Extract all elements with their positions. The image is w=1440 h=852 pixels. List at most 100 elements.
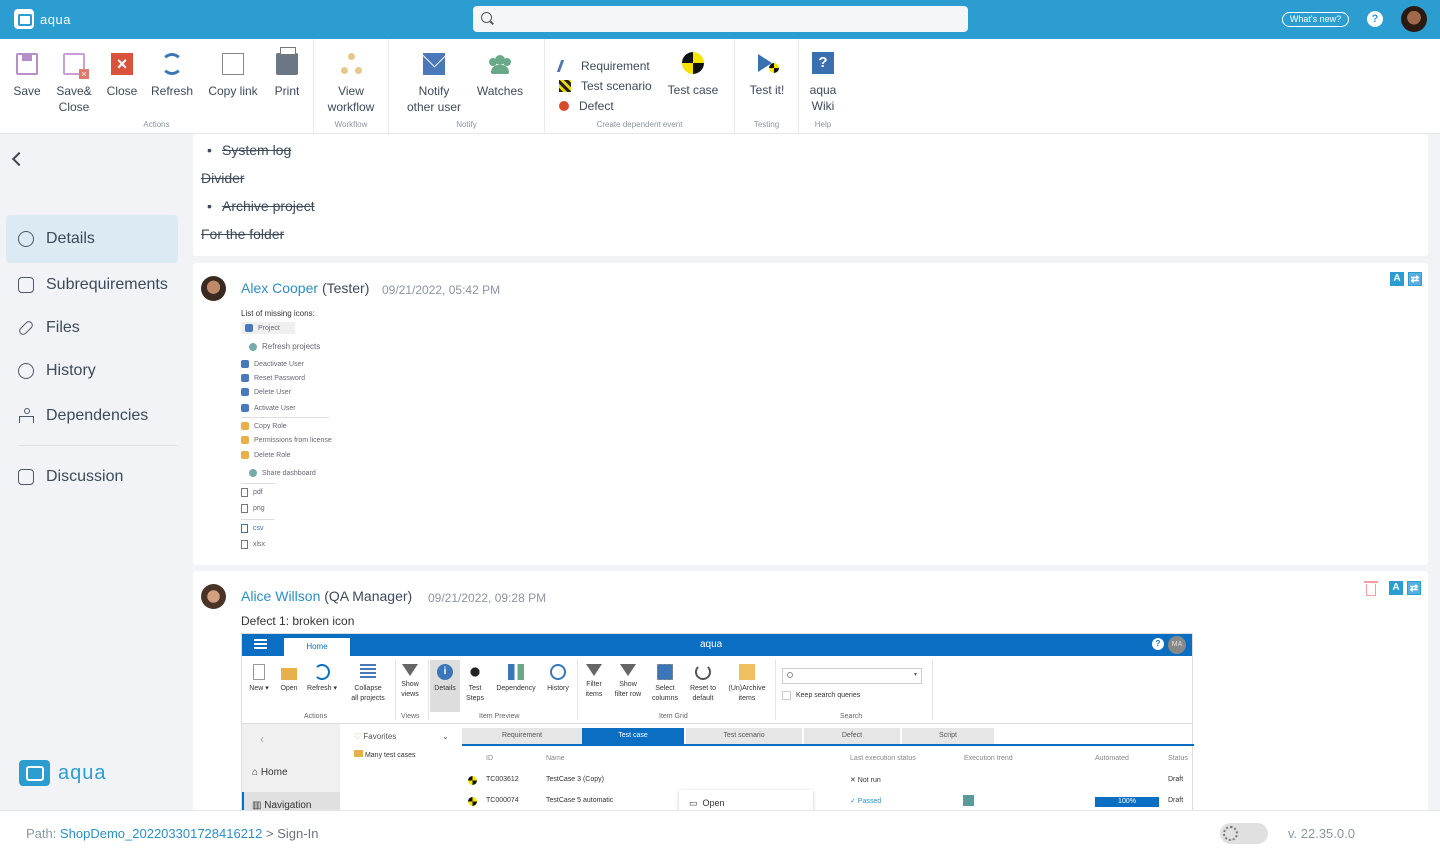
delete-trash-icon[interactable] — [1364, 581, 1378, 596]
view-workflow-label-2: workflow — [327, 100, 375, 114]
refresh-button[interactable]: Refresh — [148, 53, 196, 99]
label: Test — [468, 685, 482, 692]
create-defect-button[interactable]: Defect — [559, 96, 652, 116]
test-it-button[interactable]: Test it! — [743, 52, 791, 98]
author-name-link[interactable]: Alice Willson — [241, 588, 320, 604]
icon-list-item: xlsx — [241, 540, 265, 549]
embedded-app-title: aqua — [700, 639, 723, 650]
sidebar-divider — [18, 445, 178, 446]
filter-funnel-icon — [402, 664, 418, 676]
font-format-button[interactable]: A — [1389, 581, 1403, 595]
embedded-tab: Test case — [582, 728, 684, 744]
sidebar-item-discussion[interactable]: Discussion — [6, 453, 178, 501]
watches-label: Watches — [476, 84, 524, 98]
png-file-icon — [241, 504, 248, 513]
divider — [395, 660, 396, 720]
view-workflow-button[interactable]: View workflow — [320, 53, 382, 115]
save-button[interactable]: Save — [8, 53, 46, 99]
label: Open — [280, 685, 298, 692]
divider — [932, 660, 933, 720]
ribbon-group-create-dependent: Requirement Test scenario Defect Test ca… — [545, 39, 735, 134]
label: Filter — [586, 681, 602, 688]
hamburger-menu-icon — [254, 639, 267, 641]
label: Show — [619, 681, 637, 688]
author-name-link[interactable]: Alex Cooper — [241, 280, 318, 296]
cell-name: TestCase 5 automatic — [546, 797, 614, 804]
workflow-icon — [340, 53, 362, 75]
embedded-title-bar: Home aqua ? MA — [242, 634, 1192, 656]
embedded-keep-search-checkbox: Keep search queries — [782, 691, 860, 700]
copy-link-label: Copy link — [208, 84, 258, 98]
sidebar-item-details[interactable]: Details — [6, 215, 178, 263]
column-header: Automated — [1095, 755, 1129, 762]
aqua-wiki-button[interactable]: ? aqua Wiki — [805, 52, 841, 114]
icon-list-item: Project — [241, 322, 295, 334]
top-bar: aqua What's new? ? — [0, 0, 1440, 39]
label: views — [401, 691, 419, 698]
settings-toggle[interactable] — [1220, 823, 1268, 844]
divider — [241, 483, 275, 484]
icon-list-label: png — [253, 505, 265, 512]
divider — [241, 519, 275, 520]
label: Open — [702, 798, 725, 808]
whats-new-button[interactable]: What's new? — [1282, 12, 1349, 27]
close-button[interactable]: × Close — [102, 53, 142, 99]
user-avatar[interactable] — [1401, 6, 1427, 32]
font-format-button[interactable]: A — [1390, 272, 1404, 286]
watches-button[interactable]: Watches — [475, 53, 525, 99]
embedded-group-label: Search — [840, 713, 863, 720]
comment-card: Alice Willson (QA Manager) 09/21/2022, 0… — [193, 571, 1428, 811]
ribbon-group-workflow: View workflow Workflow — [314, 39, 389, 134]
icon-list-item: Deactivate User — [241, 360, 304, 368]
icon-list-item: pdf — [241, 488, 263, 497]
embedded-collapse-button: Collapse all projects — [346, 664, 390, 704]
save-close-label-2: Close — [58, 100, 90, 114]
ribbon-group-actions: Save Save& Close × Close Refresh Copy li… — [0, 39, 314, 134]
embedded-folder: Many test cases — [354, 750, 416, 759]
notify-label-1: Notify — [418, 84, 450, 98]
notify-other-user-button[interactable]: Notify other user — [403, 53, 465, 115]
breadcrumb-separator: > — [266, 826, 274, 841]
label: items — [585, 691, 603, 698]
test-it-icon — [756, 52, 779, 74]
create-test-case-button[interactable]: Test case — [665, 52, 721, 98]
sidebar-item-subrequirements[interactable]: Subrequirements — [6, 261, 178, 309]
copy-link-button[interactable]: Copy link — [204, 53, 262, 99]
csv-file-icon — [241, 524, 248, 533]
translate-icon[interactable]: ⇄ — [1408, 272, 1422, 286]
version-label: v. 22.35.0.0 — [1288, 826, 1355, 841]
label: Show — [401, 681, 419, 688]
refresh-label: Refresh — [150, 84, 194, 98]
create-requirement-button[interactable]: Requirement — [556, 56, 652, 76]
group-label-create-dependent: Create dependent event — [596, 120, 683, 129]
embedded-group-label: Item Grid — [659, 713, 688, 720]
heart-icon: ♡ — [354, 732, 362, 741]
embedded-group-label: Views — [401, 713, 420, 720]
sidebar-item-dependencies[interactable]: Dependencies — [6, 392, 178, 440]
icon-list-label: xlsx — [253, 541, 266, 548]
translate-icon[interactable]: ⇄ — [1407, 581, 1421, 595]
print-button[interactable]: Print — [268, 47, 306, 99]
test-case-icon — [468, 776, 477, 785]
breadcrumb-project-link[interactable]: ShopDemo_202203301728416212 — [60, 826, 262, 841]
embedded-item-tabs: Requirement Test case Test scenario Defe… — [462, 728, 1194, 746]
save-close-button[interactable]: Save& Close — [52, 53, 96, 115]
refresh-icon — [314, 664, 330, 680]
sidebar-item-label: Files — [46, 319, 80, 336]
create-test-scenario-button[interactable]: Test scenario — [559, 76, 652, 96]
sidebar-item-files[interactable]: Files — [6, 304, 178, 352]
divider — [577, 660, 578, 720]
app-logo[interactable]: aqua — [14, 9, 71, 29]
label: Home — [260, 767, 288, 778]
embedded-archive-button: (Un)Archive items — [724, 664, 770, 704]
global-search-input[interactable] — [473, 6, 968, 32]
aqua-logo-icon — [19, 760, 50, 786]
comment-text: Defect 1: broken icon — [241, 614, 355, 628]
role-icon — [241, 422, 249, 430]
user-icon — [241, 360, 249, 368]
sidebar-item-history[interactable]: History — [6, 347, 178, 395]
help-icon[interactable]: ? — [1367, 11, 1383, 27]
filter-funnel-icon — [620, 664, 636, 676]
back-chevron-icon[interactable] — [11, 151, 27, 167]
new-file-icon — [253, 664, 265, 680]
